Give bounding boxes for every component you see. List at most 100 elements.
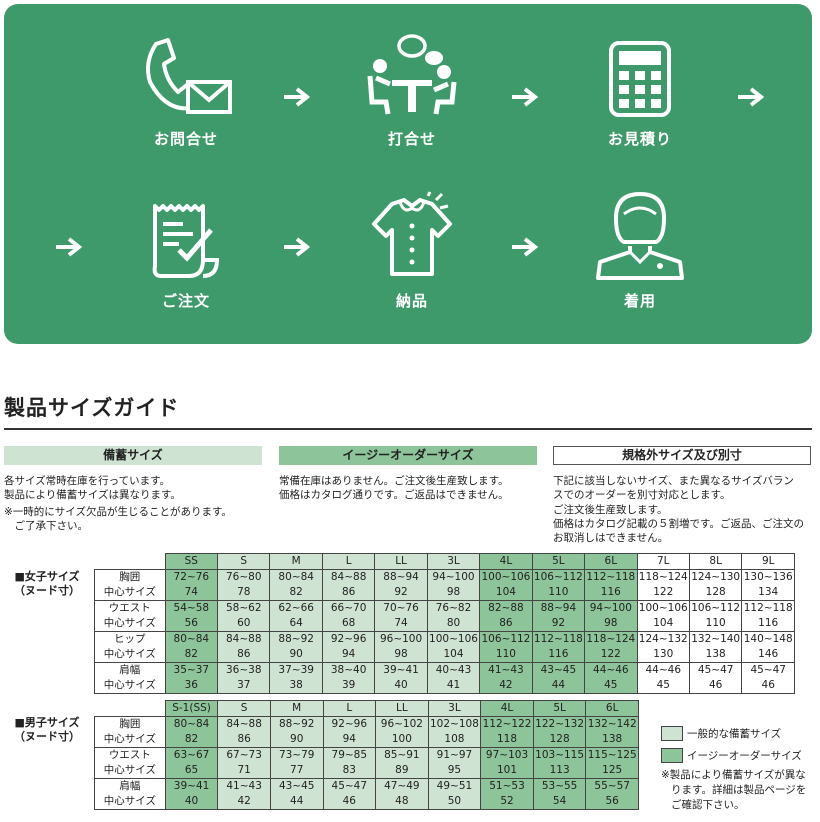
order-form-icon <box>152 204 220 278</box>
size-header: 4L <box>480 700 534 717</box>
row-label: 中心サイズ <box>94 647 166 663</box>
size-value-cell: 96~100 <box>374 631 428 647</box>
size-value-cell: 80~84 <box>164 716 219 732</box>
size-value-cell: 130 <box>636 647 690 663</box>
size-value-cell: 40~43 <box>426 662 481 678</box>
size-header: 9L <box>741 553 795 570</box>
size-header: SS <box>164 553 219 570</box>
arrow-right-icon <box>510 86 540 108</box>
size-value-cell: 45~47 <box>322 778 377 794</box>
size-value-cell: 84~88 <box>321 569 376 585</box>
size-header: 5L <box>532 700 587 717</box>
table-row: 中心サイズ 36 37 38 39 40 41 42 44 45 45 46 46 <box>94 678 795 694</box>
size-value-cell: 45~47 <box>688 662 743 678</box>
size-value-cell: 112~118 <box>741 600 795 616</box>
size-value-cell: 106~112 <box>688 600 743 616</box>
size-value-cell: 128 <box>688 585 743 601</box>
size-value-cell: 65 <box>164 763 219 779</box>
size-header: 3L <box>426 553 481 570</box>
size-header: S <box>217 700 271 717</box>
row-label: 中心サイズ <box>94 585 166 601</box>
size-value-cell: 88~92 <box>269 631 323 647</box>
table-row: ウエスト 63~67 67~73 73~79 79~85 85~91 91~97 97~103… <box>94 747 639 763</box>
size-value-cell: 82 <box>164 647 219 663</box>
size-value-cell: 104 <box>479 585 533 601</box>
size-value-cell: 115~125 <box>585 747 639 763</box>
arrow-right-icon <box>736 86 766 108</box>
size-value-cell: 124~132 <box>636 631 690 647</box>
size-header-row: SS S M L LL 3L 4L 5L 6L 7L 8L 9L <box>95 553 795 570</box>
size-value-cell: 94~100 <box>584 600 638 616</box>
size-value-cell: 140~148 <box>741 631 795 647</box>
size-value-cell: 89 <box>375 763 429 779</box>
size-value-cell: 66~70 <box>321 600 376 616</box>
table-row: 中心サイズ 40 42 44 46 48 50 52 54 56 <box>94 794 639 810</box>
size-header: M <box>269 553 323 570</box>
size-value-cell: 112~122 <box>480 716 534 732</box>
size-value-cell: 86 <box>479 616 533 632</box>
size-value-cell: 118~124 <box>636 569 690 585</box>
table-row: 中心サイズ 74 78 82 86 92 98 104 110 116 122 128 134 <box>94 585 795 601</box>
size-value-cell: 86 <box>217 647 271 663</box>
stock-size-description: 各サイズ常時在庫を行っています。 製品により備蓄サイズは異なります。 ※一時的に… <box>4 475 232 532</box>
size-value-cell: 116 <box>531 647 586 663</box>
phone-mail-icon <box>146 38 232 114</box>
size-value-cell: 91~97 <box>427 747 482 763</box>
size-value-cell: 106~112 <box>531 569 586 585</box>
size-value-cell: 43~45 <box>531 662 586 678</box>
size-value-cell: 92 <box>531 616 586 632</box>
size-value-cell: 124~130 <box>688 569 743 585</box>
size-value-cell: 47~49 <box>375 778 429 794</box>
order-flow-panel: お問合せ 打合せ お見積り ご注文 納品 着用 <box>4 4 812 344</box>
size-value-cell: 113 <box>532 763 587 779</box>
size-header: 7L <box>636 553 690 570</box>
size-value-cell: 42 <box>479 678 533 694</box>
size-value-cell: 134 <box>741 585 795 601</box>
size-value-cell: 68 <box>321 616 376 632</box>
size-value-cell: 125 <box>585 763 639 779</box>
men-size-table: S-1(SS) S M L LL 3L 4L 5L 6L 胸囲 80~84 84~88 88~92 92~… <box>94 700 639 810</box>
size-value-cell: 37~39 <box>269 662 323 678</box>
size-value-cell: 41 <box>426 678 481 694</box>
size-value-cell: 128 <box>532 732 587 748</box>
size-value-cell: 85~91 <box>375 747 429 763</box>
size-value-cell: 64 <box>269 616 323 632</box>
size-value-cell: 104 <box>426 647 481 663</box>
size-value-cell: 103~115 <box>532 747 587 763</box>
size-header: 6L <box>585 700 639 717</box>
step-inquiry: お問合せ <box>106 36 266 149</box>
step-label: お見積り <box>607 130 672 148</box>
easy-order-header: イージーオーダーサイズ <box>279 446 537 465</box>
step-label: ご注文 <box>161 292 210 310</box>
size-header: M <box>269 700 324 717</box>
size-value-cell: 70~76 <box>374 600 428 616</box>
size-header: 6L <box>584 553 638 570</box>
legend-easy-label: イージーオーダーサイズ <box>687 749 802 762</box>
size-value-cell: 45 <box>636 678 690 694</box>
size-value-cell: 94 <box>321 647 376 663</box>
size-value-cell: 96~102 <box>375 716 429 732</box>
size-value-cell: 94 <box>322 732 377 748</box>
size-value-cell: 98 <box>374 647 428 663</box>
size-value-cell: 84~88 <box>217 631 271 647</box>
size-value-cell: 44~46 <box>584 662 638 678</box>
size-value-cell: 92~96 <box>322 716 377 732</box>
size-value-cell: 102~108 <box>427 716 482 732</box>
size-value-cell: 39~41 <box>374 662 428 678</box>
size-value-cell: 60 <box>217 616 271 632</box>
step-delivery: 納品 <box>332 190 492 311</box>
arrow-right-icon <box>54 236 84 258</box>
size-header-row: S-1(SS) S M L LL 3L 4L 5L 6L <box>95 700 639 717</box>
size-value-cell: 46 <box>322 794 377 810</box>
row-label: 中心サイズ <box>94 732 166 748</box>
size-value-cell: 106~112 <box>479 631 533 647</box>
size-value-cell: 116 <box>584 585 638 601</box>
table-row: 中心サイズ 82 86 90 94 98 104 110 116 122 130 138 146 <box>94 647 795 663</box>
size-value-cell: 80~84 <box>164 631 219 647</box>
special-size-header: 規格外サイズ及び別寸 <box>553 446 811 465</box>
size-value-cell: 55~57 <box>585 778 639 794</box>
arrow-right-icon <box>282 86 312 108</box>
size-value-cell: 97~103 <box>480 747 534 763</box>
size-value-cell: 88~92 <box>269 716 324 732</box>
size-value-cell: 49~51 <box>427 778 482 794</box>
